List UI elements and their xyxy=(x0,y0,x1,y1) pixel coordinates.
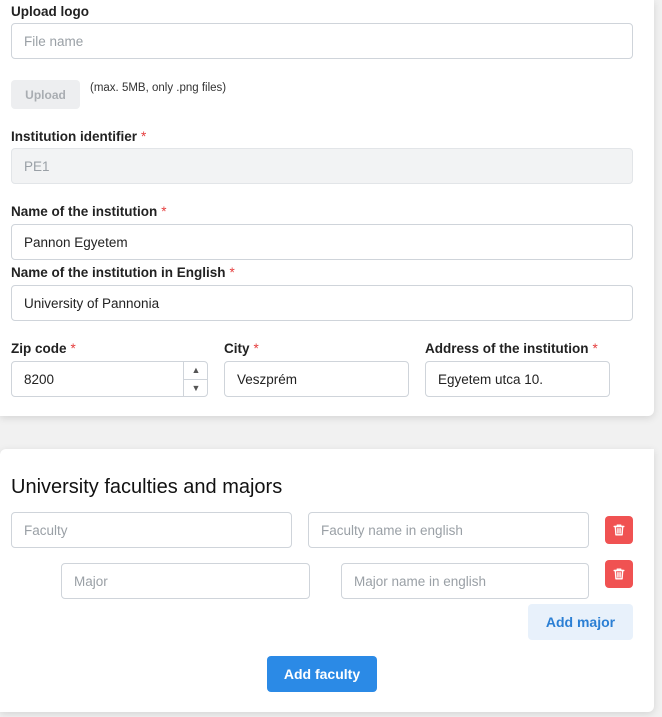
institution-details-card: Upload logo Upload (max. 5MB, only .png … xyxy=(0,0,654,416)
delete-major-button[interactable] xyxy=(605,560,633,588)
required-marker: * xyxy=(229,265,235,280)
institution-name-label: Name of the institution * xyxy=(11,204,167,219)
file-name-input[interactable] xyxy=(11,23,633,59)
zip-code-input[interactable] xyxy=(11,361,208,397)
faculty-input[interactable] xyxy=(11,512,292,548)
trash-icon xyxy=(613,568,625,580)
institution-identifier-label: Institution identifier * xyxy=(11,129,147,144)
trash-icon xyxy=(613,524,625,536)
zip-code-label: Zip code * xyxy=(11,341,76,356)
institution-name-input[interactable] xyxy=(11,224,633,260)
city-input[interactable] xyxy=(224,361,409,397)
required-marker: * xyxy=(70,341,76,356)
required-marker: * xyxy=(592,341,598,356)
upload-hint: (max. 5MB, only .png files) xyxy=(90,82,227,94)
required-marker: * xyxy=(141,129,147,144)
institution-identifier-input xyxy=(11,148,633,184)
city-label: City * xyxy=(224,341,259,356)
address-input[interactable] xyxy=(425,361,610,397)
upload-button[interactable]: Upload xyxy=(11,80,80,109)
delete-faculty-button[interactable] xyxy=(605,516,633,544)
major-en-input[interactable] xyxy=(341,563,589,599)
institution-name-en-input[interactable] xyxy=(11,285,633,321)
major-input[interactable] xyxy=(61,563,310,599)
zip-code-stepper[interactable]: ▲ ▼ xyxy=(183,361,208,397)
required-marker: * xyxy=(161,204,167,219)
institution-name-en-label: Name of the institution in English * xyxy=(11,265,235,280)
faculties-section-title: University faculties and majors xyxy=(11,476,283,498)
upload-logo-label: Upload logo xyxy=(11,4,89,19)
address-label: Address of the institution * xyxy=(425,341,598,356)
chevron-down-icon[interactable]: ▼ xyxy=(184,380,208,398)
faculty-en-input[interactable] xyxy=(308,512,589,548)
required-marker: * xyxy=(253,341,259,356)
add-faculty-button[interactable]: Add faculty xyxy=(267,656,377,692)
add-major-button[interactable]: Add major xyxy=(528,604,633,640)
chevron-up-icon[interactable]: ▲ xyxy=(184,361,208,380)
